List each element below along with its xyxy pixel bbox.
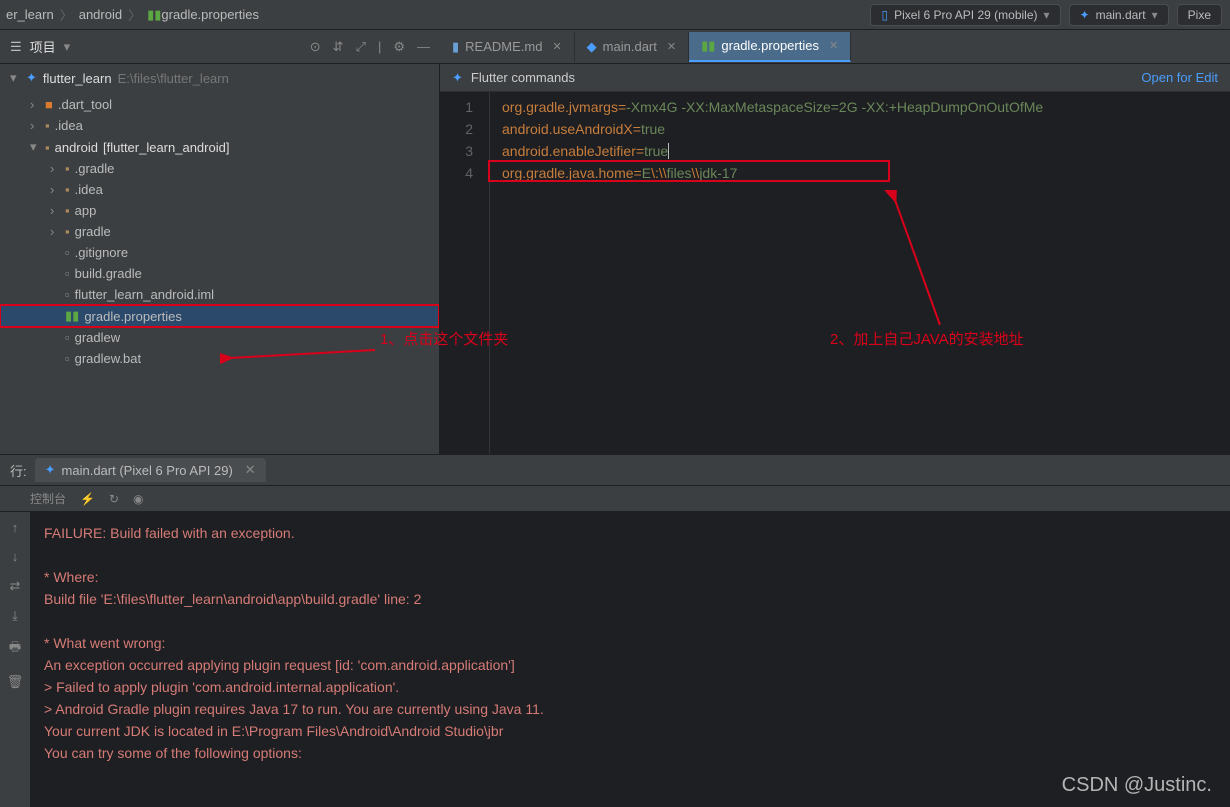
run-config-selector[interactable]: ✦ main.dart ▾ bbox=[1069, 4, 1169, 26]
folder-icon: ▪ bbox=[65, 203, 70, 218]
watermark: CSDN @Justinc. bbox=[1062, 774, 1212, 797]
tree-iml[interactable]: ▫flutter_learn_android.iml bbox=[0, 284, 439, 305]
down-icon[interactable]: ↓ bbox=[12, 549, 19, 564]
project-label: 项目 bbox=[30, 37, 56, 56]
tree-idea2[interactable]: ›▪.idea bbox=[0, 179, 439, 200]
tab-main-dart[interactable]: ◆ main.dart ✕ bbox=[575, 32, 689, 62]
close-icon[interactable]: ✕ bbox=[245, 462, 256, 478]
expand-icon[interactable]: ⇵ bbox=[333, 39, 344, 55]
run-tab[interactable]: ✦ main.dart (Pixel 6 Pro API 29) ✕ bbox=[35, 458, 266, 482]
code-content[interactable]: org.gradle.jvmargs=-Xmx4G -XX:MaxMetaspa… bbox=[490, 92, 1230, 454]
tree-gradle2[interactable]: ›▪gradle bbox=[0, 221, 439, 242]
md-icon: ▮ bbox=[452, 39, 459, 55]
gradle-icon: ▮▮ bbox=[701, 38, 715, 54]
gear-icon[interactable]: ⚙ bbox=[393, 39, 405, 55]
bc-android[interactable]: android bbox=[79, 7, 122, 22]
open-for-edit-link[interactable]: Open for Edit bbox=[1141, 70, 1218, 85]
reload-icon[interactable]: ↻ bbox=[109, 492, 119, 506]
collapse-icon[interactable]: ⤢ bbox=[356, 39, 366, 55]
trash-icon[interactable]: 🗑 bbox=[7, 674, 24, 690]
chevron-down-icon[interactable]: ▾ bbox=[64, 39, 71, 55]
locate-icon[interactable]: ⊙ bbox=[310, 39, 321, 55]
chevron-right-icon: 〉 bbox=[60, 5, 73, 24]
project-name: flutter_learn bbox=[43, 71, 112, 86]
folder-icon: ▪ bbox=[45, 140, 50, 155]
file-icon: ▫ bbox=[65, 330, 70, 345]
bc-root[interactable]: er_learn bbox=[6, 7, 54, 22]
folder-icon: ▪ bbox=[65, 161, 70, 176]
print-icon[interactable]: 🖶 bbox=[9, 638, 21, 660]
project-tree[interactable]: ▾ ✦ flutter_learn E:\files\flutter_learn… bbox=[0, 64, 440, 454]
annotation-1: 1、点击这个文件夹 bbox=[380, 328, 508, 349]
chevron-down-icon: ▾ bbox=[1044, 8, 1050, 22]
file-icon: ▫ bbox=[65, 351, 70, 366]
dart-icon: ◆ bbox=[587, 39, 597, 55]
tree-dart-tool[interactable]: ›■.dart_tool bbox=[0, 94, 439, 115]
device-selector[interactable]: ▯ Pixel 6 Pro API 29 (mobile) ▾ bbox=[870, 4, 1060, 26]
tree-build-gradle[interactable]: ▫build.gradle bbox=[0, 263, 439, 284]
folder-icon: ▪ bbox=[65, 182, 70, 197]
annotation-2: 2、加上自己JAVA的安装地址 bbox=[830, 328, 1024, 349]
chevron-down-icon: ▾ bbox=[1152, 8, 1158, 22]
banner-text: Flutter commands bbox=[471, 70, 575, 85]
editor[interactable]: ✦ Flutter commands Open for Edit 1234 or… bbox=[440, 64, 1230, 454]
pixel-pill[interactable]: Pixe bbox=[1177, 4, 1222, 26]
run-label: 行: bbox=[10, 461, 27, 480]
scroll-icon[interactable]: ⤓ bbox=[12, 608, 18, 624]
file-icon: ▫ bbox=[65, 287, 70, 302]
tree-android[interactable]: ▾▪android [flutter_learn_android] bbox=[0, 136, 439, 158]
close-icon[interactable]: ✕ bbox=[667, 40, 676, 53]
up-icon[interactable]: ↑ bbox=[12, 520, 19, 535]
tree-gitignore[interactable]: ▫.gitignore bbox=[0, 242, 439, 263]
tree-gradle-dir[interactable]: ›▪.gradle bbox=[0, 158, 439, 179]
console-label[interactable]: 控制台 bbox=[30, 490, 66, 507]
tree-app[interactable]: ›▪app bbox=[0, 200, 439, 221]
file-icon: ▫ bbox=[65, 245, 70, 260]
folder-icon: ■ bbox=[45, 97, 53, 112]
tab-gradle-properties[interactable]: ▮▮ gradle.properties ✕ bbox=[689, 32, 851, 62]
breadcrumb[interactable]: er_learn 〉 android 〉 ▮▮ gradle.propertie… bbox=[0, 5, 870, 24]
gradle-icon: ▮▮ bbox=[147, 7, 161, 23]
flutter-icon: ✦ bbox=[26, 70, 37, 86]
devtools-icon[interactable]: ◉ bbox=[133, 492, 143, 506]
phone-icon: ▯ bbox=[881, 8, 888, 22]
hide-icon[interactable]: — bbox=[417, 39, 430, 55]
project-tree-icon: ☰ bbox=[10, 39, 22, 55]
annotation-box bbox=[488, 160, 890, 182]
gutter: 1234 bbox=[440, 92, 490, 454]
tree-idea[interactable]: ›▪.idea bbox=[0, 115, 439, 136]
console-output[interactable]: FAILURE: Build failed with an exception.… bbox=[30, 512, 1230, 807]
flutter-icon: ✦ bbox=[45, 462, 56, 478]
project-path: E:\files\flutter_learn bbox=[118, 71, 229, 86]
close-icon[interactable]: ✕ bbox=[552, 40, 561, 53]
folder-icon: ▪ bbox=[65, 224, 70, 239]
arrow-2 bbox=[880, 190, 960, 330]
tree-gradle-properties[interactable]: ▮▮gradle.properties bbox=[0, 305, 439, 327]
tab-readme[interactable]: ▮ README.md ✕ bbox=[440, 32, 575, 62]
flutter-icon: ✦ bbox=[1080, 8, 1090, 22]
divider: | bbox=[378, 39, 381, 55]
wrap-icon[interactable]: ⇄ bbox=[10, 578, 21, 594]
gradle-file-icon: ▫ bbox=[65, 266, 70, 281]
close-icon[interactable]: ✕ bbox=[829, 39, 838, 52]
console-side-icons: ↑ ↓ ⇄ ⤓ 🖶 🗑 bbox=[0, 512, 30, 807]
folder-icon: ▪ bbox=[45, 118, 50, 133]
chevron-down-icon[interactable]: ▾ bbox=[10, 70, 20, 86]
lightning-icon[interactable]: ⚡ bbox=[80, 492, 95, 506]
arrow-1 bbox=[220, 340, 380, 370]
gradle-icon: ▮▮ bbox=[65, 308, 79, 324]
flutter-icon: ✦ bbox=[452, 70, 463, 86]
bc-file[interactable]: gradle.properties bbox=[161, 7, 259, 22]
chevron-right-icon: 〉 bbox=[128, 5, 141, 24]
